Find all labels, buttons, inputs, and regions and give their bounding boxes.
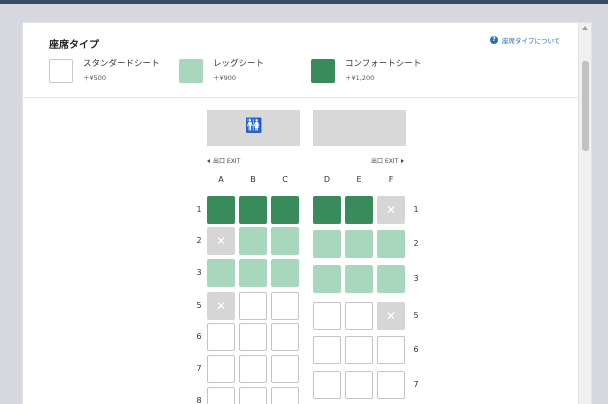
legend-title: 座席タイプ <box>49 40 99 51</box>
arrow-right-icon <box>401 158 405 163</box>
seat-standard[interactable] <box>207 387 235 404</box>
seat-standard[interactable] <box>345 302 373 330</box>
seat-standard[interactable] <box>345 336 373 364</box>
seat-leg[interactable] <box>377 265 405 293</box>
exit-left: 出口 EXIT <box>207 156 240 165</box>
seat-leg[interactable] <box>271 227 299 255</box>
restroom-block: 🚻 <box>207 110 300 146</box>
seat-standard[interactable] <box>271 323 299 351</box>
seat-leg[interactable] <box>377 230 405 258</box>
row-label-left: 8 <box>196 396 202 404</box>
seat-leg[interactable] <box>271 259 299 287</box>
scrollbar-thumb[interactable] <box>582 61 589 151</box>
seat-comfort[interactable] <box>239 196 267 224</box>
row-label-right: 5 <box>413 311 419 320</box>
seat-standard[interactable] <box>239 387 267 404</box>
row-label-left: 7 <box>196 364 202 373</box>
window-frame: 座席タイプ ? 座席タイプについて スタンダードシート ＋¥500 レッグシート… <box>0 0 608 404</box>
legend-item-leg: レッグシート ＋¥900 <box>179 59 264 83</box>
seat-type-legend: 座席タイプ ? 座席タイプについて スタンダードシート ＋¥500 レッグシート… <box>23 23 578 98</box>
seat-standard[interactable] <box>271 355 299 383</box>
seat-standard[interactable] <box>313 371 341 399</box>
row-label-left: 6 <box>196 332 202 341</box>
seat-leg[interactable] <box>345 265 373 293</box>
help-circle-icon: ? <box>490 36 498 44</box>
row-label-left: 5 <box>196 301 202 310</box>
seat-standard[interactable] <box>239 323 267 351</box>
seat-standard[interactable] <box>207 355 235 383</box>
legend-name: スタンダードシート <box>83 59 160 69</box>
row-label-left: 1 <box>196 205 202 214</box>
legend-name: レッグシート <box>213 59 265 69</box>
seat-standard[interactable] <box>271 292 299 320</box>
row-label-right: 3 <box>413 274 419 283</box>
legend-name: コンフォートシート <box>345 59 422 69</box>
column-label: A <box>218 175 224 184</box>
seat-standard[interactable] <box>313 302 341 330</box>
seat-comfort[interactable] <box>345 196 373 224</box>
row-label-right: 7 <box>413 380 419 389</box>
exit-right-label: 出口 EXIT <box>371 158 399 165</box>
seat-leg[interactable] <box>313 230 341 258</box>
seat-unavailable: ✕ <box>207 227 235 255</box>
help-link-label: 座席タイプについて <box>502 37 561 45</box>
vertical-scrollbar[interactable] <box>578 23 591 404</box>
seat-leg[interactable] <box>207 259 235 287</box>
row-label-left: 3 <box>196 268 202 277</box>
seat-standard[interactable] <box>207 323 235 351</box>
seat-leg[interactable] <box>345 230 373 258</box>
seat-standard[interactable] <box>313 336 341 364</box>
seat-standard[interactable] <box>377 336 405 364</box>
legend-item-comfort: コンフォートシート ＋¥1,200 <box>311 59 421 83</box>
leg-seat-swatch <box>179 59 203 83</box>
row-label-left: 2 <box>196 236 202 245</box>
close-icon: ✕ <box>215 299 227 313</box>
seat-comfort[interactable] <box>313 196 341 224</box>
seat-standard[interactable] <box>377 371 405 399</box>
seat-standard[interactable] <box>239 355 267 383</box>
legend-price: ＋¥500 <box>83 74 107 82</box>
seat-comfort[interactable] <box>207 196 235 224</box>
scroll-up-arrow-icon[interactable] <box>582 26 588 30</box>
arrow-left-icon <box>207 158 210 163</box>
legend-item-standard: スタンダードシート ＋¥500 <box>49 59 160 83</box>
seat-type-help-link[interactable]: ? 座席タイプについて <box>490 35 560 45</box>
seat-comfort[interactable] <box>271 196 299 224</box>
comfort-seat-swatch <box>311 59 335 83</box>
close-icon: ✕ <box>385 203 397 217</box>
standard-seat-swatch <box>49 59 73 83</box>
close-icon: ✕ <box>385 309 397 323</box>
row-label-right: 1 <box>413 205 419 214</box>
seat-standard[interactable] <box>271 387 299 404</box>
column-label: E <box>356 175 362 184</box>
restroom-icon: 🚻 <box>245 118 263 134</box>
close-icon: ✕ <box>215 234 227 248</box>
facility-block <box>313 110 406 146</box>
legend-price: ＋¥900 <box>213 74 237 82</box>
seat-standard[interactable] <box>239 292 267 320</box>
seat-leg[interactable] <box>313 265 341 293</box>
legend-price: ＋¥1,200 <box>345 74 375 82</box>
seat-unavailable: ✕ <box>207 292 235 320</box>
column-label: D <box>323 175 331 184</box>
seat-unavailable: ✕ <box>377 302 405 330</box>
exit-right: 出口 EXIT <box>371 156 405 165</box>
exit-left-label: 出口 EXIT <box>213 158 241 165</box>
row-label-right: 2 <box>413 239 419 248</box>
seat-standard[interactable] <box>345 371 373 399</box>
row-label-right: 6 <box>413 345 419 354</box>
seat-leg[interactable] <box>239 227 267 255</box>
column-label: F <box>388 175 394 184</box>
column-label: B <box>250 175 256 184</box>
seat-leg[interactable] <box>239 259 267 287</box>
seat-map-panel: 座席タイプ ? 座席タイプについて スタンダードシート ＋¥500 レッグシート… <box>22 22 592 404</box>
seat-unavailable: ✕ <box>377 196 405 224</box>
column-label: C <box>282 175 288 184</box>
